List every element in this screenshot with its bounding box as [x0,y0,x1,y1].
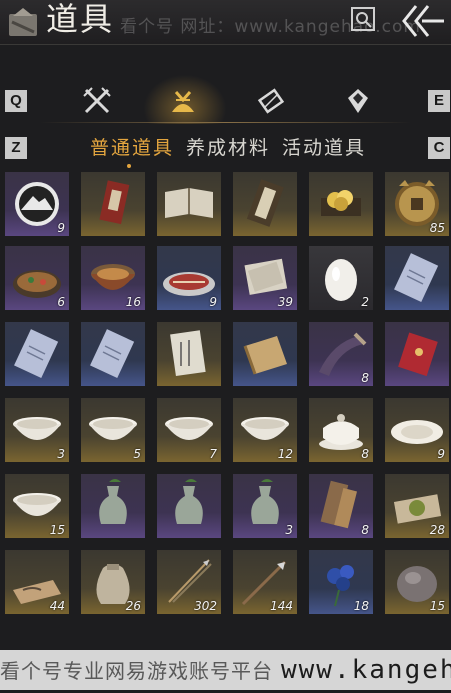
item-quantity: 5 [133,447,141,461]
footer-watermark: 看个号专业网易游戏账号平台 www.kangehao.co [0,650,451,690]
header: 道具 看个号 网址：www.kangehao.com [0,0,451,45]
red-letter-icon [99,180,130,225]
item-quantity: 9 [57,221,65,235]
item-quantity: 15 [49,523,65,537]
item-quantity: 9 [209,295,217,309]
item-slot[interactable]: 85 [385,172,449,236]
item-quantity: 3 [285,523,293,537]
item-quantity: 302 [194,599,217,613]
search-icon[interactable] [350,6,376,32]
item-quantity: 26 [125,599,141,613]
item-slot[interactable]: 9 [5,172,69,236]
item-slot[interactable] [157,172,221,236]
active-tab-dot [127,164,131,168]
back-icon[interactable] [398,2,446,40]
item-slot[interactable]: 5 [81,398,145,462]
gem-icon[interactable] [343,86,373,116]
item-slot[interactable] [81,322,145,386]
watermark-url: www.kangehao.co [281,655,451,685]
item-quantity: 144 [270,599,293,613]
item-slot[interactable]: 3 [5,398,69,462]
blue-letter-icon [90,329,135,379]
item-slot[interactable]: 9 [385,398,449,462]
tab-divider [40,122,411,123]
item-slot[interactable]: 3 [233,474,297,538]
item-slot[interactable]: 8 [309,474,373,538]
item-quantity: 8 [361,447,369,461]
item-quantity: 8 [361,523,369,537]
item-slot[interactable] [81,474,145,538]
item-slot[interactable] [5,322,69,386]
item-quantity: 7 [209,447,217,461]
item-slot[interactable]: 144 [233,550,297,614]
open-book-icon [165,188,213,218]
scroll-card-icon [246,179,284,227]
item-slot[interactable] [385,246,449,310]
tab-event-items[interactable]: 活动道具 [282,134,366,162]
item-quantity: 3 [57,447,65,461]
tab-normal-items[interactable]: 普通道具 [90,134,174,162]
item-slot[interactable]: 2 [309,246,373,310]
key-hint-e[interactable]: E [428,90,450,112]
item-slot[interactable] [157,474,221,538]
item-slot[interactable] [157,322,221,386]
item-quantity: 12 [277,447,293,461]
item-slot[interactable]: 302 [157,550,221,614]
item-quantity: 6 [57,295,65,309]
item-slot[interactable] [233,322,297,386]
parchment-icon [243,336,287,375]
key-hint-q[interactable]: Q [5,90,27,112]
item-slot[interactable]: 15 [5,474,69,538]
blue-letter-icon [394,253,439,303]
item-slot[interactable]: 39 [233,246,297,310]
item-slot[interactable]: 44 [5,550,69,614]
bag-logo-icon [9,8,37,36]
key-hint-z[interactable]: Z [5,137,27,159]
red-envelope-icon [398,332,438,377]
item-slot[interactable]: 6 [5,246,69,310]
weapons-icon[interactable] [82,86,112,116]
item-slot[interactable]: 28 [385,474,449,538]
item-quantity: 85 [429,221,445,235]
item-slot[interactable] [81,172,145,236]
gold-nuggets-icon [321,190,361,216]
item-slot[interactable]: 8 [309,322,373,386]
item-slot[interactable] [385,322,449,386]
item-quantity: 28 [429,523,445,537]
watermark-cn: 看个号专业网易游戏账号平台 [0,659,273,683]
item-slot[interactable] [309,172,373,236]
item-quantity: 15 [429,599,445,613]
vase-icon [175,479,203,524]
item-quantity: 9 [437,447,445,461]
key-hint-c[interactable]: C [428,137,450,159]
item-slot[interactable]: 12 [233,398,297,462]
category-tab-bar: Q E [0,72,451,124]
scroll-icon[interactable] [256,86,286,116]
item-quantity: 18 [353,599,369,613]
vase-icon [99,479,127,524]
item-quantity: 2 [361,295,369,309]
item-slot[interactable]: 7 [157,398,221,462]
blue-letter-icon [14,329,59,379]
old-note-icon [170,330,206,377]
sub-tab-bar: Z 普通道具 养成材料 活动道具 C [0,134,451,168]
item-slot[interactable]: 26 [81,550,145,614]
item-slot[interactable]: 8 [309,398,373,462]
item-quantity: 16 [125,295,141,309]
item-slot[interactable]: 9 [157,246,221,310]
item-slot[interactable]: 16 [81,246,145,310]
item-quantity: 44 [49,599,65,613]
item-slot[interactable]: 15 [385,550,449,614]
tab-cultivation-materials[interactable]: 养成材料 [186,134,270,162]
item-quantity: 39 [277,295,293,309]
item-slot[interactable]: 18 [309,550,373,614]
page-title: 道具 [46,0,115,38]
item-quantity: 8 [361,371,369,385]
bag-icon[interactable] [168,86,198,116]
item-slot[interactable] [233,172,297,236]
